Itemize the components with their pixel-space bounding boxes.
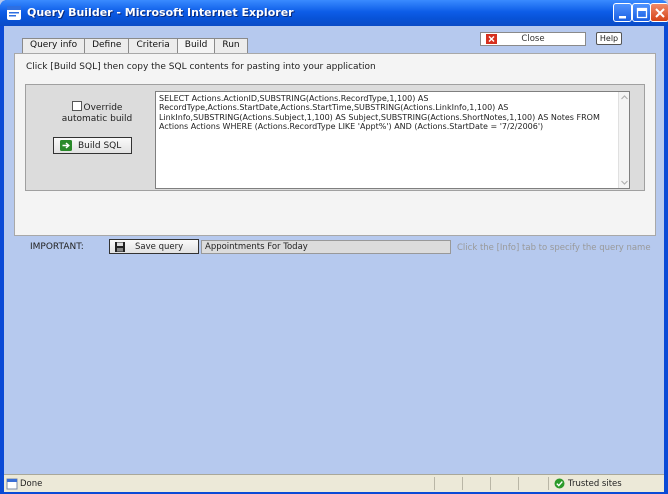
build-sql-button[interactable]: Build SQL [53, 137, 132, 154]
minimize-icon [619, 16, 626, 19]
status-divider [548, 477, 549, 490]
save-query-button[interactable]: Save query [109, 239, 199, 254]
title-bar[interactable]: Query Builder - Microsoft Internet Explo… [0, 0, 668, 26]
minimize-button[interactable] [613, 3, 632, 22]
maximize-button[interactable] [632, 3, 651, 22]
sql-scrollbar[interactable] [618, 92, 629, 188]
tab-define[interactable]: Define [84, 38, 130, 53]
build-sql-label: Build SQL [78, 141, 122, 151]
tab-run[interactable]: Run [214, 38, 248, 53]
window-title: Query Builder - Microsoft Internet Explo… [27, 6, 294, 19]
tab-bar: Query info Define Criteria Build Run [22, 38, 248, 54]
status-text: Done [20, 479, 43, 489]
override-option: Override automatic build [52, 101, 142, 125]
page-content: Query info Define Criteria Build Run Clo… [4, 26, 664, 474]
important-label: IMPORTANT: [30, 242, 84, 252]
close-button[interactable]: Close [480, 32, 586, 46]
build-area: Override automatic build Build SQL SELEC… [25, 84, 645, 191]
sql-text: SELECT Actions.ActionID,SUBSTRING(Action… [159, 94, 600, 131]
help-button[interactable]: Help [596, 32, 622, 45]
trusted-sites-check-icon [554, 478, 565, 489]
page-done-icon [6, 478, 18, 490]
status-divider [434, 477, 435, 490]
build-instruction: Click [Build SQL] then copy the SQL cont… [26, 62, 376, 72]
status-divider [490, 477, 491, 490]
close-icon [655, 8, 665, 18]
security-zone: Trusted sites [568, 479, 622, 489]
build-panel: Click [Build SQL] then copy the SQL cont… [14, 53, 656, 254]
query-name-field: Appointments For Today [201, 240, 451, 254]
scroll-down-icon[interactable] [620, 178, 629, 187]
override-checkbox[interactable] [71, 101, 82, 111]
tab-criteria[interactable]: Criteria [128, 38, 178, 53]
status-divider [462, 477, 463, 490]
scroll-up-icon[interactable] [620, 93, 629, 102]
window-close-button[interactable] [650, 3, 668, 22]
browser-window: Query Builder - Microsoft Internet Explo… [0, 0, 668, 494]
query-name-hint: Click the [Info] tab to specify the quer… [457, 243, 651, 253]
tab-query-info[interactable]: Query info [22, 38, 86, 53]
status-bar: Done Trusted sites [4, 474, 664, 492]
sql-textarea[interactable]: SELECT Actions.ActionID,SUBSTRING(Action… [155, 91, 630, 189]
save-query-label: Save query [135, 242, 184, 252]
arrow-right-icon [60, 140, 72, 151]
close-button-label: Close [521, 34, 545, 44]
tab-build[interactable]: Build [176, 38, 216, 54]
floppy-disk-icon [115, 242, 125, 252]
status-divider [518, 477, 519, 490]
internet-explorer-icon [7, 6, 21, 20]
